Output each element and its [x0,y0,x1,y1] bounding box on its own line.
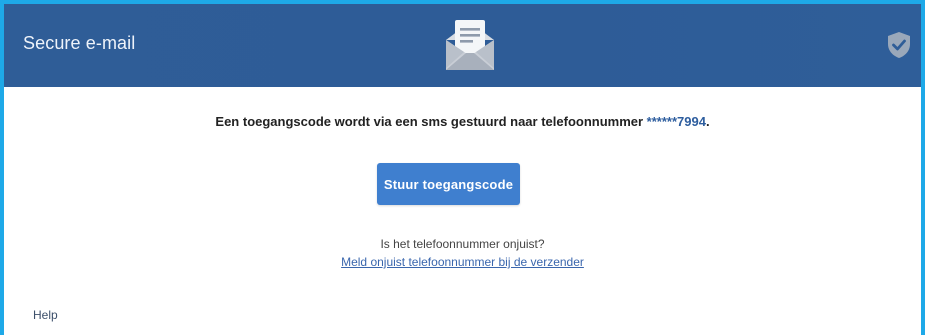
report-wrong-number-link[interactable]: Meld onjuist telefoonnummer bij de verze… [341,255,584,269]
app-title: Secure e-mail [23,33,136,53]
sms-info-message: Een toegangscode wordt via een sms gestu… [4,114,921,129]
wrong-number-question: Is het telefoonnummer onjuist? [380,237,545,251]
masked-phone-number: ******7994 [646,114,706,129]
shield-check-icon [888,32,910,58]
envelope-open-icon [446,20,494,70]
help-link[interactable]: Help [33,308,58,322]
message-text: Een toegangscode wordt via een sms gestu… [215,114,647,129]
header-bar: Secure e-mail [4,4,921,87]
message-period: . [705,114,710,129]
app-window: Secure e-mail Een toegangscode wordt via… [0,0,925,335]
send-access-code-button[interactable]: Stuur toegangscode [377,163,520,205]
